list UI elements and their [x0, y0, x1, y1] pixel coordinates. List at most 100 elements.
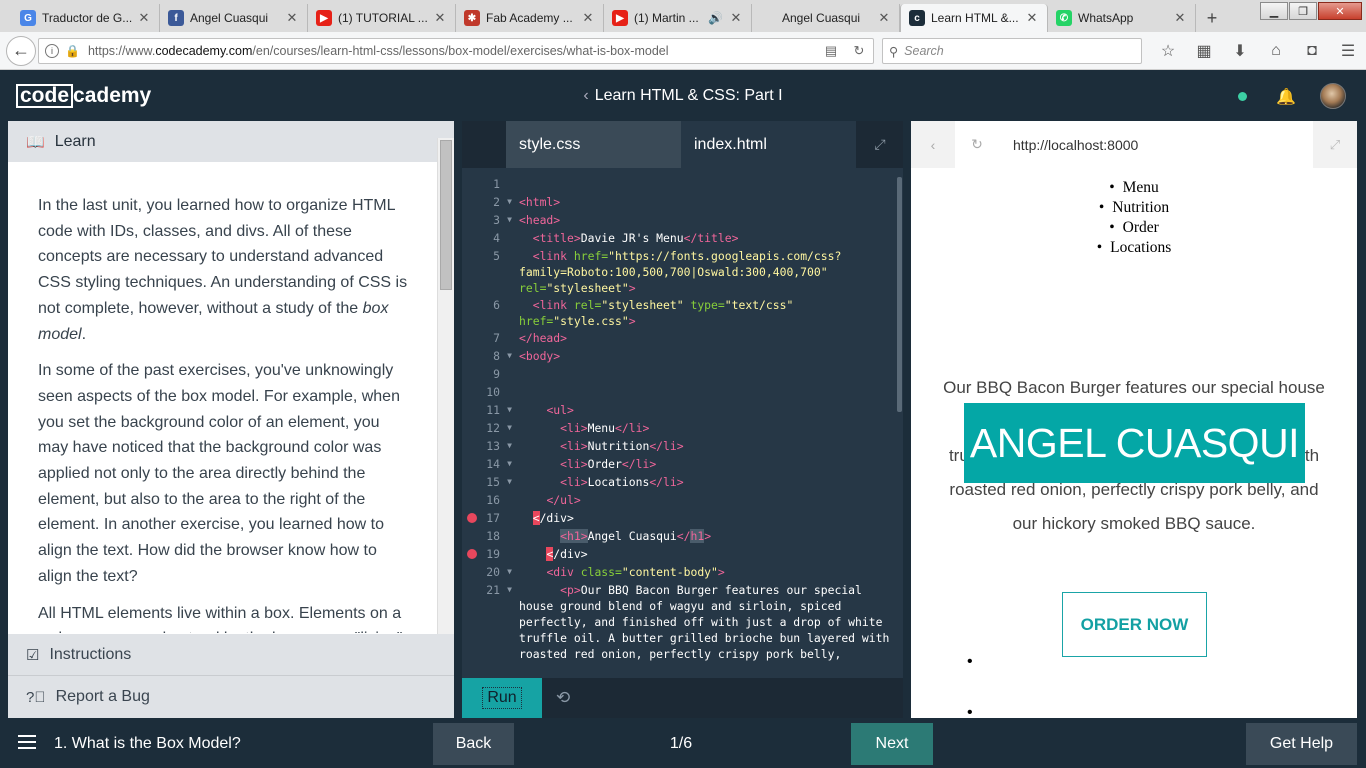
- browser-tab[interactable]: c Learn HTML &... ✕: [900, 4, 1048, 32]
- learn-scrollbar[interactable]: [437, 138, 454, 634]
- code-line: 18 <h1>Angel Cuasqui</h1>: [462, 527, 895, 545]
- back-button[interactable]: Back: [433, 723, 514, 765]
- preview-menu-item: Nutrition: [911, 198, 1357, 218]
- browser-tab[interactable]: ▶ (1) Martin ... 🔊 ✕: [604, 4, 752, 32]
- line-number: 21: [486, 583, 500, 597]
- preview-expand-icon[interactable]: ⤢: [1313, 121, 1357, 168]
- expand-icon[interactable]: ⤢: [857, 121, 903, 168]
- line-number: 5: [493, 249, 500, 263]
- fold-arrow-icon[interactable]: ▼: [500, 420, 519, 437]
- download-icon[interactable]: ⬇: [1222, 38, 1258, 64]
- instructions-tab[interactable]: ☑ Instructions: [8, 634, 454, 676]
- search-input[interactable]: ⚲ Search: [882, 38, 1142, 64]
- browser-tab[interactable]: ▶ (1) TUTORIAL ... ✕: [308, 4, 456, 32]
- bookmark-star-icon[interactable]: ☆: [1150, 38, 1186, 64]
- hamburger-menu-icon[interactable]: ☰: [1330, 38, 1366, 64]
- close-tab-icon[interactable]: ✕: [729, 10, 743, 26]
- close-tab-icon[interactable]: ✕: [1025, 10, 1039, 26]
- browser-tab[interactable]: f Angel Cuasqui ✕: [160, 4, 308, 32]
- code-area[interactable]: 1 2 ▼ <html> 3 ▼ <head> 4 <title>Davie JR's Men…: [462, 175, 895, 678]
- preview-menu-list: MenuNutritionOrderLocations: [911, 178, 1357, 258]
- lesson-title[interactable]: 1. What is the Box Model?: [54, 735, 241, 753]
- code-text: <body>: [519, 349, 561, 363]
- browser-tab[interactable]: G Traductor de G... ✕: [12, 4, 160, 32]
- line-number: 7: [493, 331, 500, 345]
- code-text: <head>: [519, 213, 561, 227]
- fold-arrow-icon[interactable]: ▼: [500, 194, 519, 211]
- scrollbar-thumb[interactable]: [440, 140, 452, 290]
- fold-arrow-icon[interactable]: ▼: [500, 212, 519, 229]
- run-button[interactable]: Run: [462, 678, 542, 718]
- home-icon[interactable]: ⌂: [1258, 38, 1294, 64]
- notification-bell-icon[interactable]: 🔔: [1276, 87, 1296, 107]
- preview-menu-item: Order: [911, 218, 1357, 238]
- editor-scrollbar[interactable]: [897, 177, 902, 412]
- fold-arrow-icon[interactable]: ▼: [500, 564, 519, 581]
- fold-arrow-icon[interactable]: ▼: [500, 438, 519, 455]
- search-placeholder: Search: [904, 44, 944, 58]
- fold-arrow-icon[interactable]: ▼: [500, 348, 519, 365]
- chevron-left-icon: ‹: [583, 87, 589, 104]
- browser-back-button[interactable]: ←: [6, 35, 36, 66]
- close-window-icon[interactable]: ✕: [1318, 2, 1362, 20]
- line-number: 10: [486, 385, 500, 399]
- close-tab-icon[interactable]: ✕: [877, 10, 891, 26]
- new-tab-icon[interactable]: +: [1196, 4, 1228, 32]
- pocket-icon[interactable]: ◘: [1294, 38, 1330, 64]
- page-indicator: 1/6: [669, 735, 693, 752]
- line-number: 20: [486, 565, 500, 579]
- code-line: 4 <title>Davie JR's Menu</title>: [462, 229, 895, 247]
- reset-icon[interactable]: ⟲: [556, 688, 570, 708]
- avatar[interactable]: [1320, 83, 1346, 109]
- close-tab-icon[interactable]: ✕: [1173, 10, 1187, 26]
- close-tab-icon[interactable]: ✕: [433, 10, 447, 26]
- preview-reload-icon[interactable]: ↻: [955, 121, 999, 168]
- learn-tab[interactable]: 📖 Learn: [8, 121, 454, 162]
- code-line: 5 <link href="https://fonts.googleapis.c…: [462, 247, 895, 296]
- preview-back-icon[interactable]: ‹: [911, 121, 955, 168]
- info-icon[interactable]: i: [45, 44, 59, 58]
- menu-icon[interactable]: [18, 735, 36, 753]
- line-number: 12: [486, 421, 500, 435]
- toolbar-icons: ☆ ▦ ⬇ ⌂ ◘ ☰: [1150, 38, 1366, 64]
- code-text: <p>Our BBQ Bacon Burger features our spe…: [519, 583, 890, 661]
- browser-tab[interactable]: ✆ WhatsApp ✕: [1048, 4, 1196, 32]
- course-title[interactable]: ‹ Learn HTML & CSS: Part I: [0, 87, 1366, 105]
- address-bar[interactable]: i 🔒 https://www.codecademy.com/en/course…: [38, 38, 874, 64]
- order-now-button[interactable]: ORDER NOW: [1062, 592, 1207, 657]
- fold-arrow-icon: [500, 248, 519, 296]
- code-text: <li>Order</li>: [560, 457, 657, 471]
- next-button[interactable]: Next: [851, 723, 933, 765]
- fold-arrow-icon[interactable]: ▼: [500, 402, 519, 419]
- speaker-icon[interactable]: 🔊: [708, 11, 723, 25]
- close-tab-icon[interactable]: ✕: [137, 10, 151, 26]
- preview-url: http://localhost:8000: [1013, 136, 1139, 153]
- fold-arrow-icon[interactable]: ▼: [500, 474, 519, 491]
- reload-icon[interactable]: ↻: [845, 43, 873, 59]
- get-help-button[interactable]: Get Help: [1246, 723, 1357, 765]
- reader-view-icon[interactable]: ▤: [817, 43, 845, 59]
- close-tab-icon[interactable]: ✕: [581, 10, 595, 26]
- code-line: 3 ▼ <head>: [462, 211, 895, 229]
- reading-list-icon[interactable]: ▦: [1186, 38, 1222, 64]
- browser-tab-title: Fab Academy ...: [486, 11, 573, 25]
- fold-arrow-icon[interactable]: ▼: [500, 582, 519, 662]
- restore-icon[interactable]: ❐: [1289, 2, 1317, 20]
- browser-tab[interactable]: Angel Cuasqui ✕: [752, 4, 900, 32]
- tab-style-css[interactable]: style.css: [506, 121, 681, 168]
- fold-arrow-icon[interactable]: ▼: [500, 456, 519, 473]
- tab-index-html[interactable]: index.html: [681, 121, 856, 168]
- browser-tab[interactable]: ✱ Fab Academy ... ✕: [456, 4, 604, 32]
- preview-paragraph-line: Our BBQ Bacon Burger features our specia…: [943, 378, 1325, 397]
- minimize-icon[interactable]: ▁: [1260, 2, 1288, 20]
- preview-paragraph-line: our hickory smoked BBQ sauce.: [1012, 514, 1256, 533]
- line-number: 2: [493, 195, 500, 209]
- report-bug-tab[interactable]: ?⃝ Report a Bug: [8, 676, 454, 718]
- online-status-dot: [1238, 92, 1247, 101]
- question-circle-icon: ?⃝: [26, 688, 46, 706]
- learn-paragraph: In the last unit, you learned how to org…: [38, 197, 408, 343]
- code-line: 10: [462, 383, 895, 401]
- code-text: <li>Menu</li>: [560, 421, 650, 435]
- close-tab-icon[interactable]: ✕: [285, 10, 299, 26]
